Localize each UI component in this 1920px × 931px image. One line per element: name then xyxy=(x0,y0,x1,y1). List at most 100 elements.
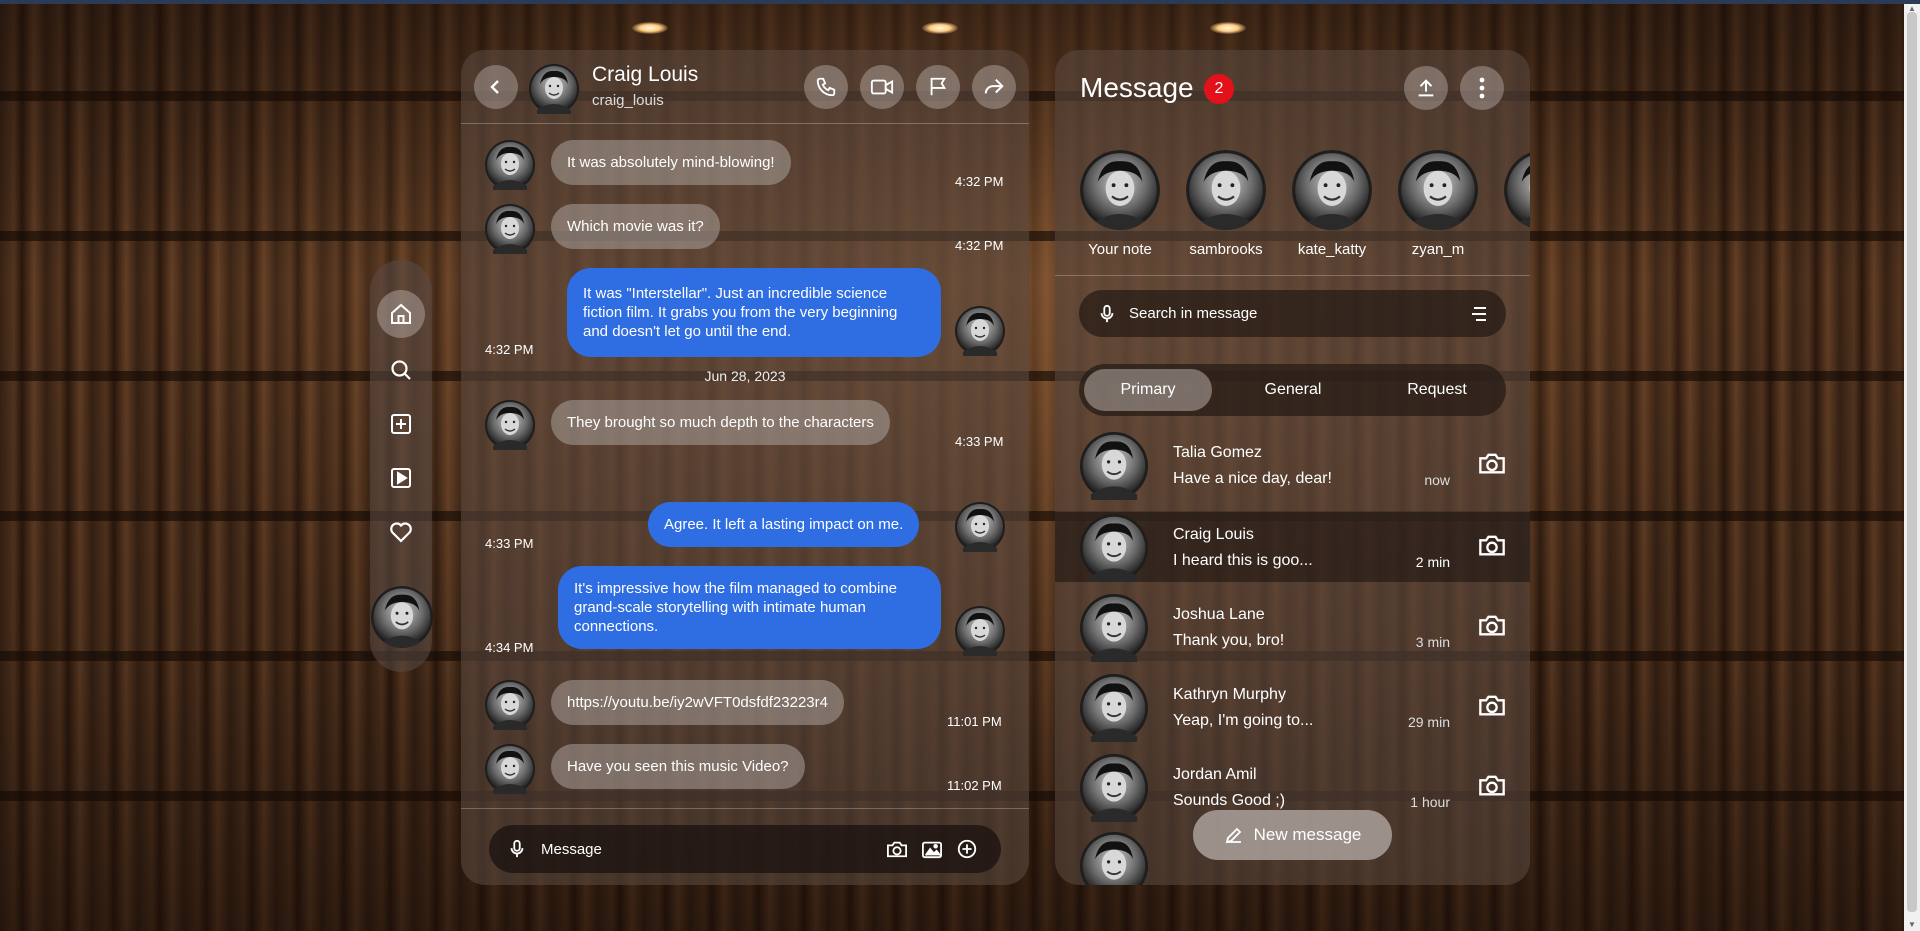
own-avatar xyxy=(955,306,1005,356)
voice-input-button[interactable] xyxy=(505,837,529,861)
tab-primary[interactable]: Primary xyxy=(1084,369,1212,411)
chevron-left-icon xyxy=(490,80,499,94)
tab-general[interactable]: General xyxy=(1229,369,1357,411)
new-message-label: New message xyxy=(1253,825,1362,844)
microphone-icon xyxy=(1100,304,1114,323)
quick-camera-button[interactable] xyxy=(1478,532,1506,563)
message-input[interactable] xyxy=(541,825,871,873)
conversation-avatar xyxy=(1080,754,1148,822)
upload-icon xyxy=(1418,79,1434,97)
conversation-preview: Have a nice day, dear! xyxy=(1173,470,1332,487)
message-bubble[interactable]: Which movie was it? xyxy=(551,204,720,249)
conversation-item[interactable]: Joshua Lane Thank you, bro! 3 min xyxy=(1055,592,1530,662)
sender-avatar xyxy=(485,400,535,450)
forward-icon xyxy=(984,78,1004,94)
share-button[interactable] xyxy=(972,65,1016,109)
story-label: kate_katty xyxy=(1297,241,1367,258)
gallery-icon xyxy=(922,841,942,859)
message-bubble[interactable]: It was absolutely mind-blowing! xyxy=(551,140,791,185)
search-input[interactable] xyxy=(1129,290,1449,337)
story-avatar xyxy=(1292,150,1372,230)
add-post-icon xyxy=(391,414,411,434)
back-button[interactable] xyxy=(474,65,518,109)
gallery-button[interactable] xyxy=(920,837,944,861)
message-bubble[interactable]: Agree. It left a lasting impact on me. xyxy=(648,502,920,547)
camera-button[interactable] xyxy=(885,837,909,861)
profile-avatar[interactable] xyxy=(371,586,433,648)
heart-icon xyxy=(390,522,412,543)
story-item[interactable]: Your note xyxy=(1079,150,1161,258)
scrollbar-thumb[interactable] xyxy=(1907,12,1917,912)
search-button[interactable] xyxy=(377,346,425,394)
upload-button[interactable] xyxy=(1404,66,1448,110)
tab-request[interactable]: Request xyxy=(1373,369,1501,411)
inbox-panel: Message 2 Your note sambrooks kate_katty… xyxy=(1055,50,1530,885)
story-item[interactable]: zyan_m xyxy=(1397,150,1479,258)
scroll-up-icon[interactable]: ▲ xyxy=(1908,4,1916,13)
menu-lines-icon xyxy=(1472,307,1486,321)
conversation-preview: I heard this is goo... xyxy=(1173,552,1313,569)
own-avatar xyxy=(955,502,1005,552)
sender-avatar xyxy=(485,744,535,794)
create-post-button[interactable] xyxy=(377,400,425,448)
message-time: 4:34 PM xyxy=(485,640,534,655)
attach-button[interactable] xyxy=(955,837,979,861)
story-avatar xyxy=(1504,150,1530,230)
voice-search-button[interactable] xyxy=(1095,302,1119,326)
story-avatar xyxy=(1398,150,1478,230)
conversation-item-selected[interactable]: Craig Louis I heard this is goo... 2 min xyxy=(1055,512,1530,582)
scroll-down-icon[interactable]: ▼ xyxy=(1908,920,1916,929)
filter-button[interactable] xyxy=(1467,302,1491,326)
new-message-button[interactable]: New message xyxy=(1193,810,1392,860)
sender-avatar xyxy=(485,140,535,190)
home-button[interactable] xyxy=(377,290,425,338)
inbox-title: Message xyxy=(1080,72,1194,103)
camera-icon xyxy=(1479,535,1505,556)
story-item[interactable]: kate_katty xyxy=(1291,150,1373,258)
story-label: Your note xyxy=(1088,241,1152,258)
camera-icon xyxy=(1479,695,1505,716)
conversation-item[interactable]: Kathryn Murphy Yeap, I'm going to... 29 … xyxy=(1055,672,1530,742)
report-button[interactable] xyxy=(916,65,960,109)
conversation-item[interactable]: Talia Gomez Have a nice day, dear! now xyxy=(1055,430,1530,500)
message-bubble[interactable]: It's impressive how the film managed to … xyxy=(558,566,941,649)
voice-call-button[interactable] xyxy=(804,65,848,109)
own-avatar xyxy=(955,606,1005,656)
quick-camera-button[interactable] xyxy=(1478,772,1506,803)
message-bubble[interactable]: They brought so much depth to the charac… xyxy=(551,400,890,445)
conversation-time: 1 hour xyxy=(1410,794,1450,810)
more-vertical-icon xyxy=(1479,77,1485,99)
page-scrollbar[interactable]: ▲ ▼ xyxy=(1904,4,1920,931)
notifications-button[interactable] xyxy=(377,508,425,556)
story-avatar xyxy=(1080,150,1160,230)
story-item[interactable]: sambrooks xyxy=(1185,150,1267,258)
conversation-avatar xyxy=(1080,514,1148,582)
message-bubble[interactable]: It was "Interstellar". Just an incredibl… xyxy=(567,268,941,357)
contact-avatar[interactable] xyxy=(529,64,579,114)
quick-camera-button[interactable] xyxy=(1478,692,1506,723)
conversation-name: Talia Gomez xyxy=(1173,444,1262,461)
chat-panel: Craig Louis craig_louis It was absolutel… xyxy=(461,50,1029,885)
conversation-time: now xyxy=(1424,472,1450,488)
reels-button[interactable] xyxy=(377,454,425,502)
quick-camera-button[interactable] xyxy=(1478,612,1506,643)
unread-badge: 2 xyxy=(1204,74,1234,104)
message-input-wrapper xyxy=(489,825,1001,873)
camera-icon xyxy=(887,841,907,858)
story-label: sambrooks xyxy=(1189,241,1263,258)
conversation-avatar xyxy=(1080,594,1148,662)
video-call-button[interactable] xyxy=(860,65,904,109)
chat-composer xyxy=(461,808,1029,885)
message-link-bubble[interactable]: https://youtu.be/iy2wVFT0dsfdf23223r4 xyxy=(551,680,844,725)
reels-icon xyxy=(391,468,411,488)
conversation-preview: Sounds Good ;) xyxy=(1173,792,1286,809)
camera-icon xyxy=(1479,615,1505,636)
story-label: yo xyxy=(1503,241,1530,258)
conversation-time: 29 min xyxy=(1407,714,1450,730)
conversation-preview: Yeap, I'm going to... xyxy=(1173,712,1314,729)
browser-top-edge xyxy=(0,0,1920,4)
story-item[interactable]: yo xyxy=(1503,150,1530,258)
quick-camera-button[interactable] xyxy=(1478,450,1506,481)
message-bubble[interactable]: Have you seen this music Video? xyxy=(551,744,805,789)
more-options-button[interactable] xyxy=(1460,66,1504,110)
